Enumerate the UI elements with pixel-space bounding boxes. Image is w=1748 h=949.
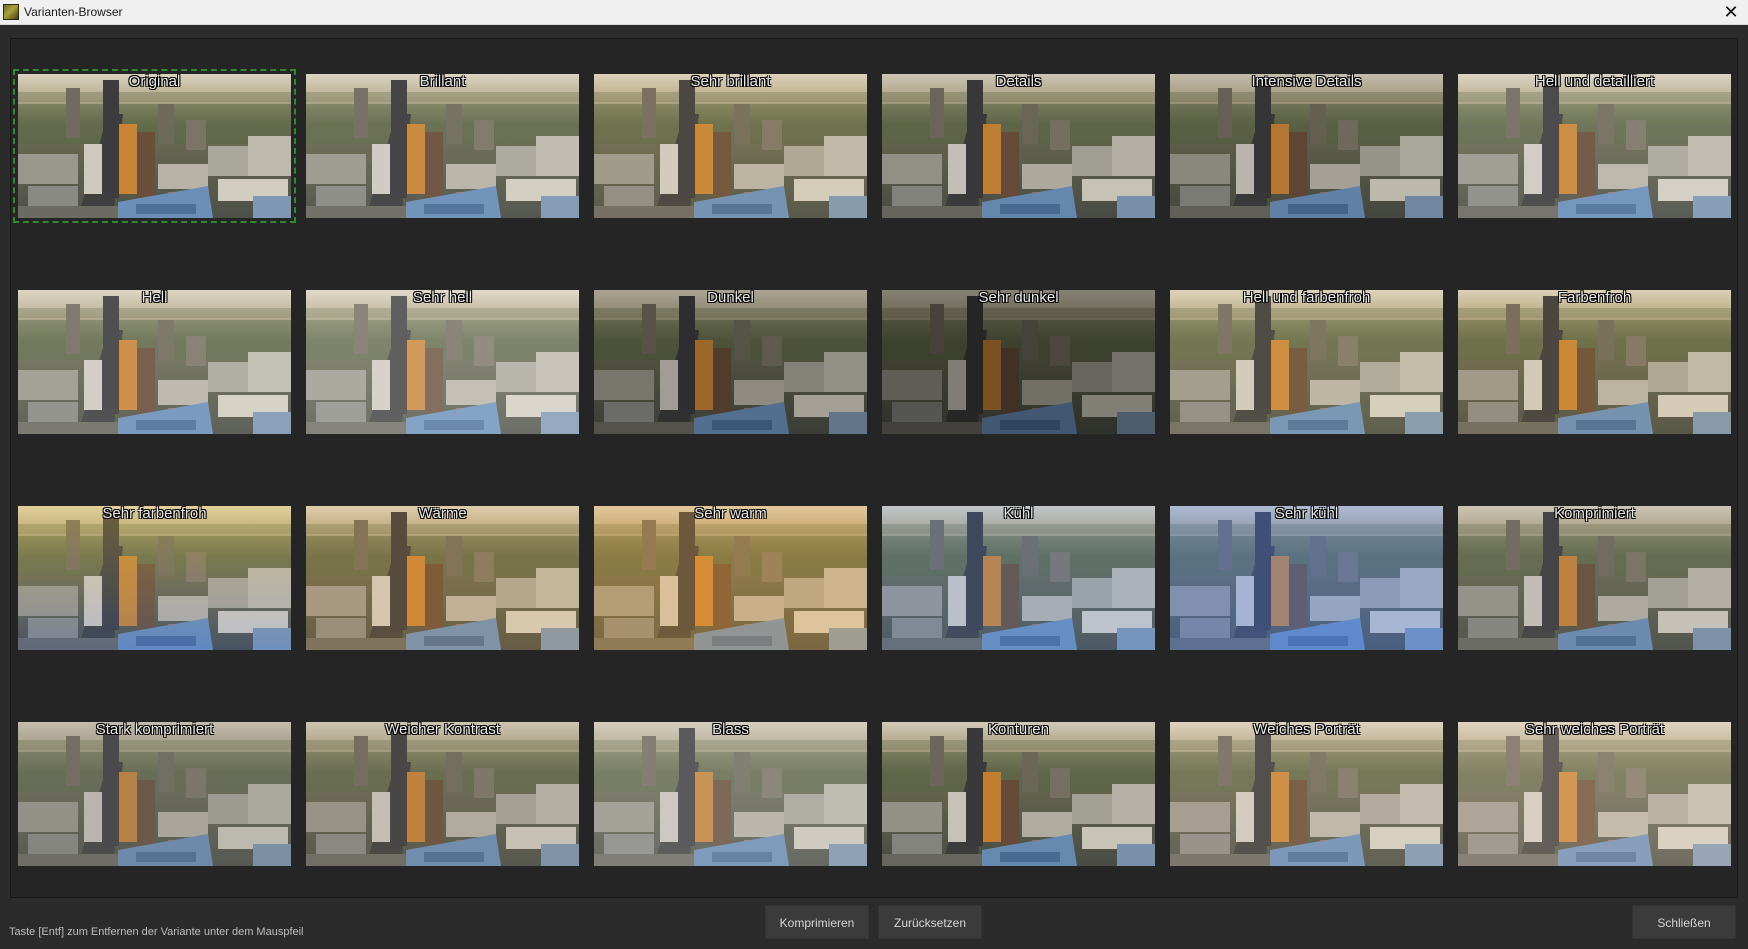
variant-thumbnail[interactable]: Farbenfroh — [1458, 290, 1731, 434]
compress-button[interactable]: Komprimieren — [765, 905, 869, 939]
variant-thumbnail[interactable]: Hell — [18, 290, 291, 434]
variant-thumbnail[interactable]: Stark komprimiert — [18, 722, 291, 866]
variant-thumbnail[interactable]: Dunkel — [594, 290, 867, 434]
variant-thumbnail[interactable]: Wärme — [306, 506, 579, 650]
reset-button[interactable]: Zurücksetzen — [878, 905, 982, 939]
variant-thumbnail[interactable]: Hell und detailliert — [1458, 74, 1731, 218]
variant-thumbnail[interactable]: Sehr warm — [594, 506, 867, 650]
variant-thumbnail[interactable]: Hell und farbenfroh — [1170, 290, 1443, 434]
variant-thumbnail[interactable]: Weiches Porträt — [1170, 722, 1443, 866]
variant-thumbnail[interactable]: Sehr brillant — [594, 74, 867, 218]
variant-thumbnail[interactable]: Weicher Kontrast — [306, 722, 579, 866]
variant-thumbnail[interactable]: Intensive Details — [1170, 74, 1443, 218]
variant-thumbnail[interactable]: Blass — [594, 722, 867, 866]
variant-thumbnail[interactable]: Konturen — [882, 722, 1155, 866]
variant-thumbnail[interactable]: Original — [13, 69, 296, 223]
variant-thumbnail[interactable]: Sehr dunkel — [882, 290, 1155, 434]
app-icon — [3, 4, 19, 20]
title-bar: Varianten-Browser ✕ — [0, 0, 1748, 25]
hint-text: Taste [Entf] zum Entfernen der Variante … — [9, 926, 304, 938]
close-window-button[interactable]: ✕ — [1714, 0, 1748, 24]
window-title: Varianten-Browser — [24, 5, 123, 19]
close-icon: ✕ — [1723, 2, 1739, 22]
variant-thumbnail[interactable]: Details — [882, 74, 1155, 218]
variant-grid: Original Brillant Sehr brillant Details … — [10, 38, 1738, 898]
variant-thumbnail[interactable]: Brillant — [306, 74, 579, 218]
variant-thumbnail[interactable]: Sehr kühl — [1170, 506, 1443, 650]
variant-thumbnail[interactable]: Sehr farbenfroh — [18, 506, 291, 650]
variant-thumbnail[interactable]: Sehr hell — [306, 290, 579, 434]
variant-thumbnail[interactable]: Sehr weiches Porträt — [1458, 722, 1731, 866]
variant-thumbnail[interactable]: Kühl — [882, 506, 1155, 650]
variant-thumbnail[interactable]: Komprimiert — [1458, 506, 1731, 650]
close-button[interactable]: Schließen — [1632, 905, 1736, 939]
